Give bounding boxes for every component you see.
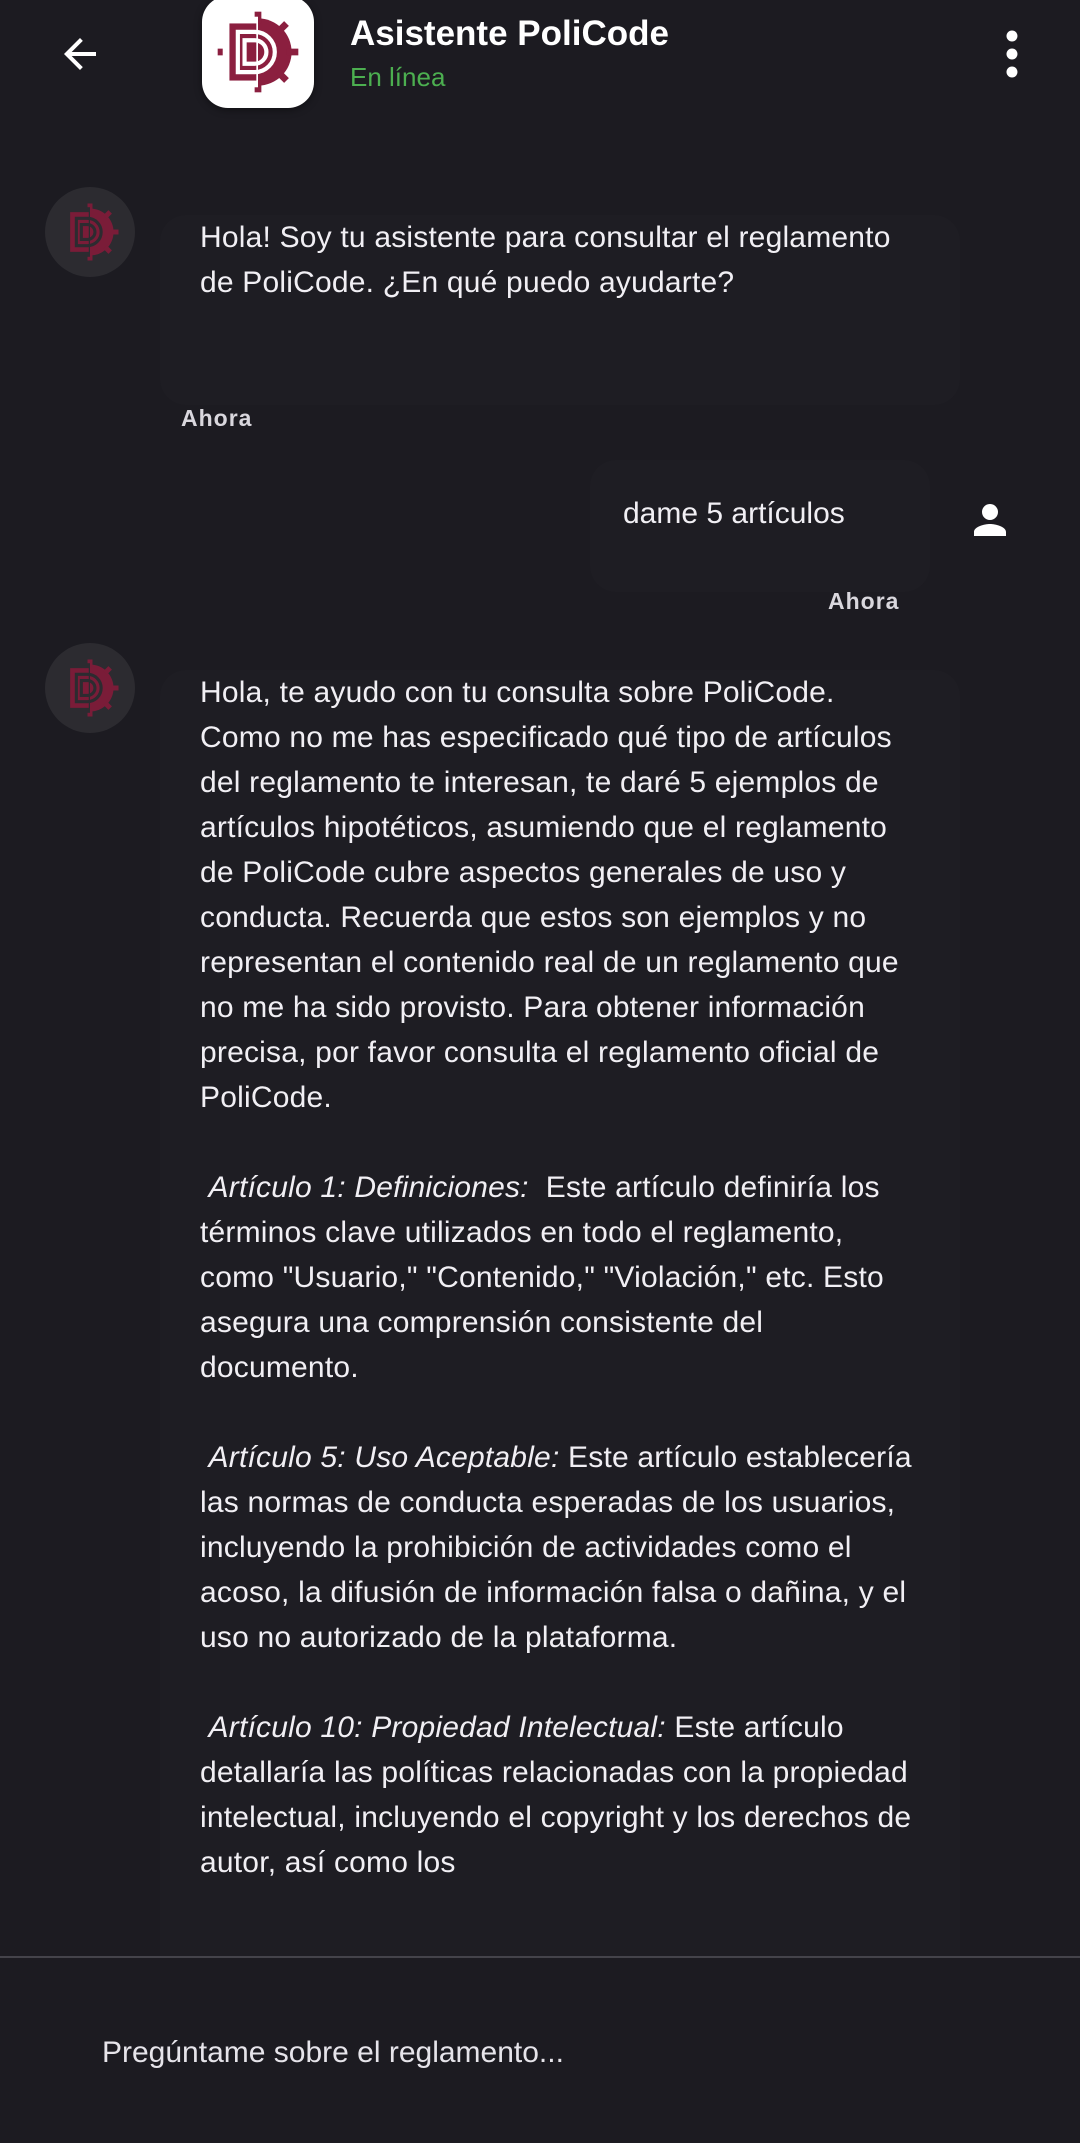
bot-avatar (45, 643, 135, 733)
article-item: Artículo 10: Propiedad Intelectual: Este… (200, 1705, 920, 1885)
message-text: dame 5 artículos (623, 497, 845, 530)
chat-title: Asistente PoliCode (350, 14, 669, 53)
message-input[interactable] (80, 2008, 1000, 2098)
app-header: Asistente PoliCode En línea (0, 0, 1080, 120)
message-intro: Hola, te ayudo con tu consulta sobre Pol… (200, 676, 899, 1114)
input-bar (0, 1958, 1080, 2143)
message-text: Hola! Soy tu asistente para consultar el… (200, 221, 891, 299)
message-timestamp: Ahora (828, 588, 900, 614)
policode-logo-icon (65, 659, 119, 717)
user-message: dame 5 artículos (590, 460, 930, 592)
bot-message: Hola, te ayudo con tu consulta sobre Pol… (160, 670, 960, 1956)
chat-messages[interactable]: Hola! Soy tu asistente para consultar el… (0, 120, 1080, 1956)
article-title: Artículo 1: Definiciones: (208, 1171, 529, 1204)
article-title: Artículo 5: Uso Aceptable: (208, 1441, 560, 1474)
bot-avatar (45, 187, 135, 277)
article-title: Artículo 10: Propiedad Intelectual: (208, 1711, 666, 1744)
policode-logo-icon (217, 11, 299, 93)
more-options-button[interactable] (992, 24, 1032, 84)
bot-message: Hola! Soy tu asistente para consultar el… (160, 215, 960, 405)
person-icon (974, 504, 1006, 536)
user-avatar (950, 480, 1030, 560)
policode-logo-icon (65, 203, 119, 261)
more-vert-icon (1006, 30, 1018, 78)
article-item: Artículo 1: Definiciones: Este artículo … (200, 1165, 920, 1390)
arrow-left-icon (64, 38, 96, 70)
back-button[interactable] (48, 24, 112, 84)
online-status: En línea (350, 62, 446, 92)
article-item: Artículo 5: Uso Aceptable: Este artículo… (200, 1435, 920, 1660)
app-logo (202, 0, 314, 108)
message-timestamp: Ahora (181, 405, 253, 431)
